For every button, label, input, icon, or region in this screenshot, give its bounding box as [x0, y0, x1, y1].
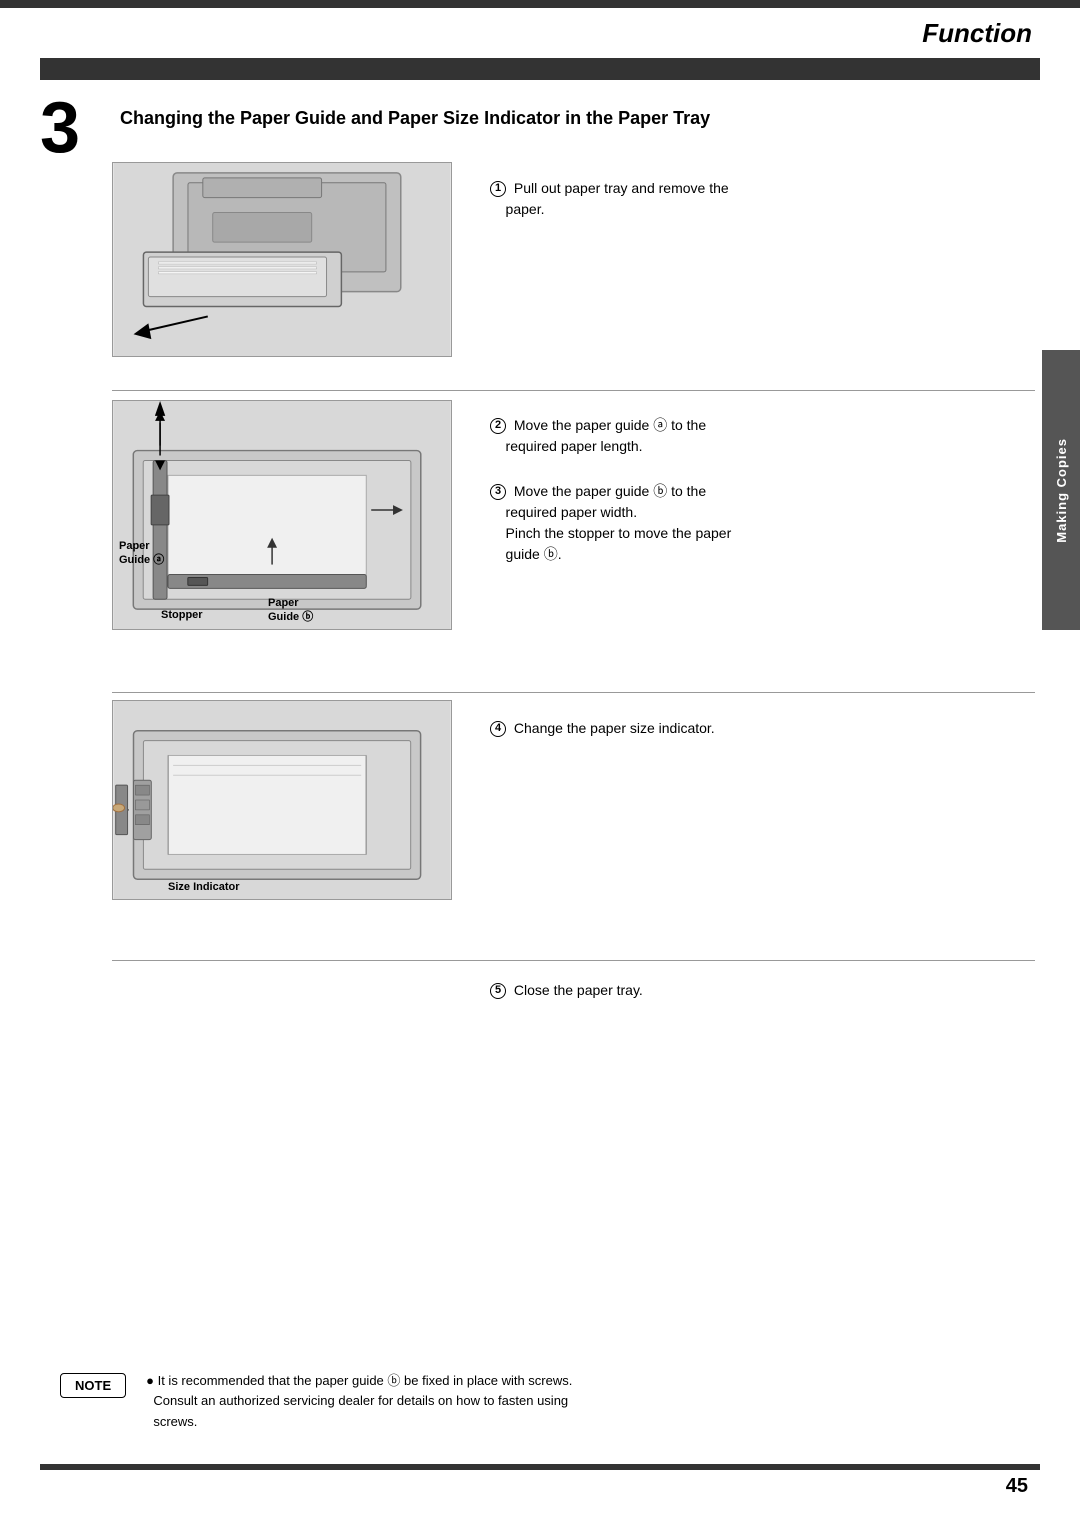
instruction-1: 1 Pull out paper tray and remove the pap… [490, 178, 1025, 220]
instruction-area-2-3: 2 Move the paper guide ⓐ to the required… [490, 415, 1025, 573]
paper-guide-b-label: PaperGuide ⓑ [268, 596, 313, 625]
sidebar-label: Making Copies [1054, 438, 1069, 543]
stopper-label: Stopper [161, 609, 203, 621]
chapter-title: Changing the Paper Guide and Paper Size … [120, 108, 710, 129]
top-bar [0, 0, 1080, 8]
instruction-4: 4 Change the paper size indicator. [490, 718, 1025, 739]
instruction-5: 5 Close the paper tray. [490, 980, 1025, 1001]
section-bar [40, 58, 1040, 80]
page-number: 45 [1006, 1475, 1028, 1498]
paper-guide-a-label: PaperGuide ⓐ [119, 539, 164, 568]
chapter-number: 3 [40, 92, 80, 164]
instruction-3: 3 Move the paper guide ⓑ to the required… [490, 481, 1025, 565]
note-text: ● It is recommended that the paper guide… [146, 1371, 572, 1433]
instruction-area-4: 4 Change the paper size indicator. [490, 718, 1025, 747]
divider-2 [112, 692, 1035, 693]
divider-3 [112, 960, 1035, 961]
diagram-1 [112, 162, 452, 357]
bottom-bar [40, 1464, 1040, 1470]
diagram-3: Size Indicator [112, 700, 452, 900]
instruction-area-1: 1 Pull out paper tray and remove the pap… [490, 178, 1025, 228]
instruction-area-5: 5 Close the paper tray. [490, 980, 1025, 1009]
divider-1 [112, 390, 1035, 391]
instruction-2: 2 Move the paper guide ⓐ to the required… [490, 415, 1025, 457]
size-indicator-label: Size Indicator [168, 881, 240, 893]
note-section: NOTE ● It is recommended that the paper … [60, 1371, 1035, 1433]
note-label: NOTE [60, 1373, 126, 1398]
sidebar-making-copies: Making Copies [1042, 350, 1080, 630]
function-title: Function [922, 18, 1032, 49]
diagram-2: PaperGuide ⓐ PaperGuide ⓑ Stopper [112, 400, 452, 630]
